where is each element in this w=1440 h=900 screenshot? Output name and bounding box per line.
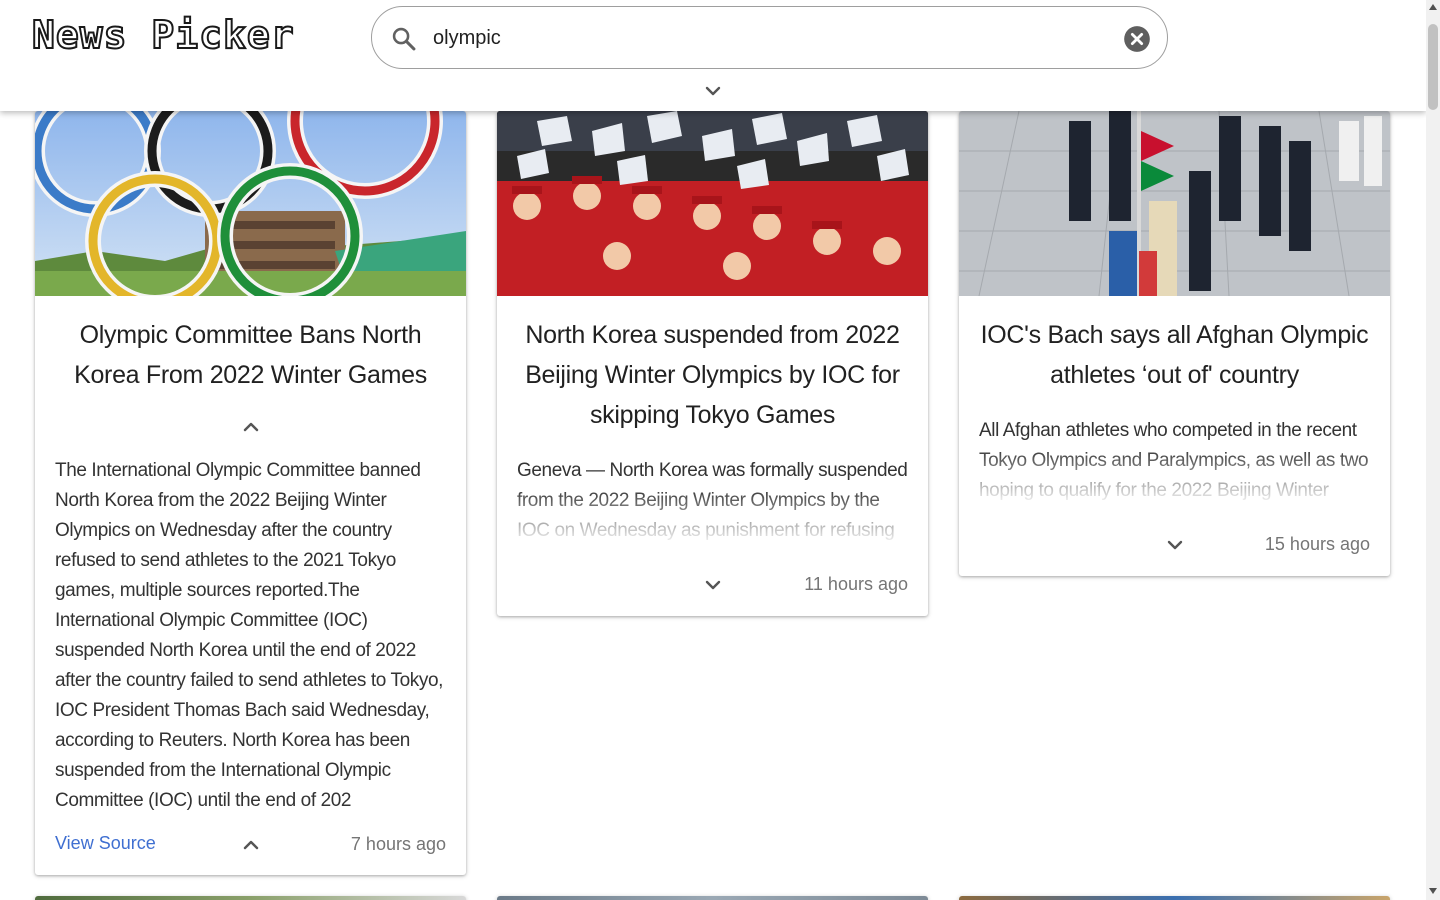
app-logo: News Picker	[31, 12, 295, 58]
collapse-chevron-up-icon[interactable]	[239, 833, 263, 857]
scroll-down-arrow-icon[interactable]	[1429, 888, 1437, 894]
news-card-image	[497, 111, 928, 296]
expand-chevron-down-icon[interactable]	[701, 573, 725, 597]
search-input[interactable]	[433, 21, 1093, 55]
search-icon	[392, 27, 416, 51]
news-card-title: Olympic Committee Bans North Korea From …	[74, 321, 427, 389]
news-card: North Korea suspended from 2022 Beijing …	[497, 111, 928, 616]
view-source-link[interactable]: View Source	[55, 833, 156, 854]
news-card-image	[959, 896, 1390, 900]
news-card-description: All Afghan athletes who competed in the …	[979, 420, 1369, 501]
expand-chevron-down-icon[interactable]	[1163, 533, 1187, 557]
scroll-thumb[interactable]	[1428, 24, 1438, 110]
published-time: 15 hours ago	[1264, 534, 1370, 554]
page-scrollbar[interactable]	[1426, 0, 1440, 900]
expand-filters-chevron-down-icon[interactable]	[701, 79, 725, 103]
news-card-title: IOC's Bach says all Afghan Olympic athle…	[980, 321, 1369, 389]
news-card-image	[959, 111, 1390, 296]
news-card-description: Geneva — North Korea was formally suspen…	[517, 460, 908, 541]
news-card-image	[497, 896, 928, 900]
app-header: News Picker	[0, 0, 1426, 111]
scroll-up-arrow-icon[interactable]	[1429, 4, 1437, 10]
news-card: IOC's Bach says all Afghan Olympic athle…	[959, 111, 1390, 576]
published-time: 11 hours ago	[804, 574, 908, 594]
news-card-image	[35, 896, 466, 900]
clear-search-icon[interactable]	[1123, 25, 1151, 53]
news-card-title: North Korea suspended from 2022 Beijing …	[525, 321, 900, 429]
published-time: 7 hours ago	[350, 834, 446, 854]
search-bar[interactable]	[371, 6, 1168, 69]
news-card: Olympic Committee Bans North Korea From …	[35, 111, 466, 875]
news-card-description: The International Olympic Committee bann…	[55, 460, 443, 811]
news-card-image	[35, 111, 466, 296]
collapse-chevron-up-icon[interactable]	[239, 415, 263, 439]
